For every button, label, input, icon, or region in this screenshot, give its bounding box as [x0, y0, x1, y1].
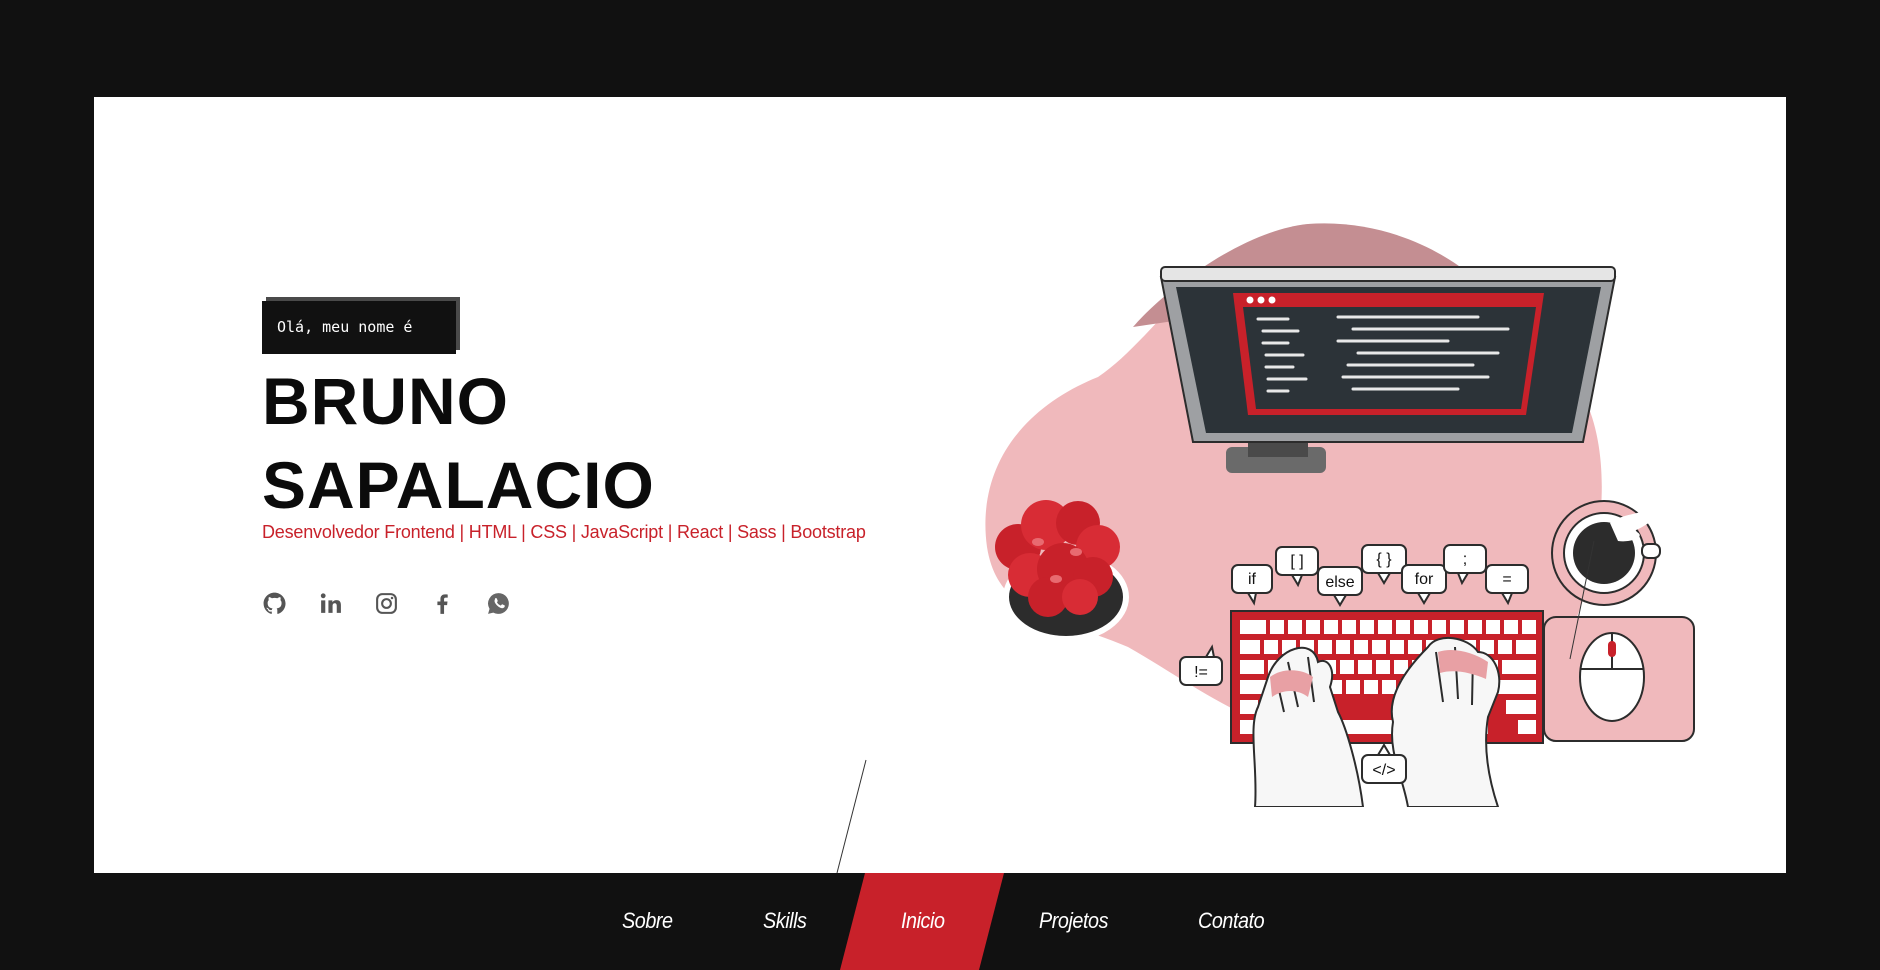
social-links [262, 591, 511, 616]
bubble-text-tag: </> [1372, 762, 1395, 779]
facebook-icon[interactable] [430, 591, 455, 616]
bubble-text-if: if [1248, 571, 1257, 588]
github-icon[interactable] [262, 591, 287, 616]
hero-name: BRUNO SAPALACIO [262, 359, 655, 527]
hero-name-first: BRUNO [262, 364, 509, 438]
bubble-text-equals: = [1502, 571, 1511, 588]
nav-item-skills[interactable]: Skills [763, 903, 807, 939]
linkedin-icon[interactable] [318, 591, 343, 616]
bubble-text-brackets: [ ] [1290, 553, 1303, 570]
bottom-navbar: Sobre Skills Inicio Projetos Contato [0, 873, 1880, 970]
bubble-text-braces: { } [1376, 551, 1392, 568]
instagram-icon[interactable] [374, 591, 399, 616]
hero-name-last: SAPALACIO [262, 448, 655, 522]
hero-tagline: Desenvolvedor Frontend | HTML | CSS | Ja… [262, 522, 866, 542]
bubble-text-not-equals: != [1194, 664, 1208, 681]
monitor-illustration [1159, 266, 1617, 473]
bubble-text-for: for [1415, 571, 1434, 588]
mouse-illustration [1543, 616, 1695, 742]
hero-section: Olá, meu nome é BRUNO SAPALACIO Desenvol… [94, 97, 1786, 873]
coffee-illustration [1551, 500, 1661, 606]
greeting-label: Olá, meu nome é [262, 301, 456, 354]
bubble-text-else: else [1325, 574, 1354, 591]
nav-item-projetos[interactable]: Projetos [1039, 903, 1108, 939]
nav-item-sobre[interactable]: Sobre [622, 903, 673, 939]
nav-item-contato[interactable]: Contato [1198, 903, 1265, 939]
developer-illustration: if [ ] else { } for ; = != </> [985, 223, 1695, 807]
nav-item-inicio[interactable]: Inicio [901, 903, 945, 939]
bubble-text-semicolon: ; [1463, 551, 1467, 568]
whatsapp-icon[interactable] [486, 591, 511, 616]
